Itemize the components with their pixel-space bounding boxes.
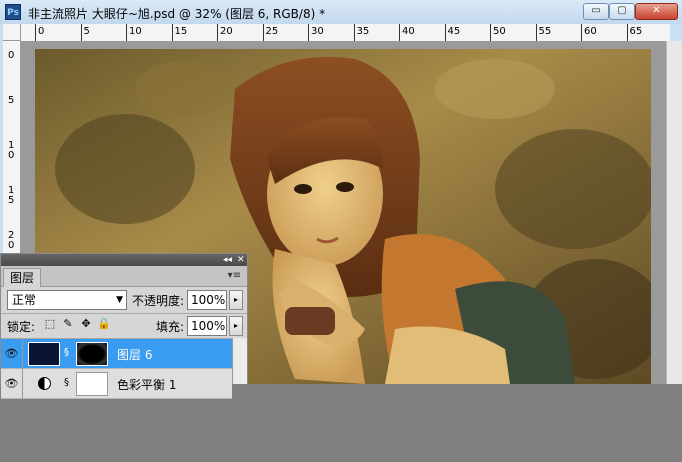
adjustment-layer-icon[interactable] — [38, 377, 51, 390]
eye-icon[interactable]: 👁 — [1, 369, 23, 399]
ruler-tick — [399, 24, 400, 41]
blend-mode-select[interactable]: 正常 ▼ — [7, 290, 127, 310]
layer-mask-thumbnail[interactable] — [76, 342, 108, 366]
eye-icon[interactable]: 👁 — [1, 339, 23, 369]
fill-input[interactable]: 100% — [187, 316, 227, 336]
horizontal-ruler[interactable]: 0 5 10 15 20 25 30 35 40 45 50 55 60 65 — [21, 24, 670, 42]
ruler-tick — [80, 24, 82, 41]
ruler-tick — [626, 24, 628, 41]
ruler-tick — [444, 24, 446, 41]
opacity-label: 不透明度: — [132, 294, 185, 308]
panel-header-bar[interactable]: ◂◂ ✕ — [1, 254, 247, 266]
ruler-tick — [353, 24, 355, 41]
restore-button[interactable]: ▢ — [609, 3, 635, 20]
divider — [1, 313, 247, 314]
layer-name[interactable]: 图层 6 — [117, 346, 152, 363]
ruler-tick — [581, 24, 582, 41]
layer-row-6[interactable]: 👁 § 图层 6 — [1, 339, 232, 369]
collapse-icon[interactable]: ◂◂ — [223, 254, 232, 266]
photoshop-app-icon: Ps — [5, 4, 21, 20]
ruler-label: 0 — [38, 26, 45, 37]
panel-tabs: 图层 ▾≡ — [1, 266, 247, 287]
close-button[interactable]: ✕ — [635, 3, 678, 20]
ruler-label: 65 — [629, 26, 643, 37]
ruler-label: 30 — [311, 26, 324, 37]
ruler-tick — [126, 24, 127, 41]
layer-row-color-balance[interactable]: 👁 § 色彩平衡 1 — [1, 369, 232, 399]
layer-thumbnail[interactable] — [28, 342, 60, 366]
ruler-label: 5 — [83, 26, 90, 37]
fill-label: 填充: — [156, 320, 185, 334]
panel-close-icon[interactable]: ✕ — [237, 254, 245, 266]
document-title: 非主流照片 大眼仔~旭.psd @ 32% (图层 6, RGB/8) * — [28, 7, 326, 21]
ruler-label: 5 — [8, 95, 15, 106]
ruler-label: 20 — [220, 26, 233, 37]
ruler-tick — [308, 24, 309, 41]
ruler-label: 15 — [8, 185, 15, 206]
lock-position-icon[interactable]: ✥ — [79, 317, 93, 331]
ruler-origin[interactable] — [3, 24, 21, 41]
opacity-input[interactable]: 100% — [187, 290, 227, 310]
ruler-tick — [262, 24, 264, 41]
ruler-label: 20 — [8, 230, 15, 251]
minimize-button[interactable]: ▭ — [583, 3, 609, 20]
link-icon[interactable]: § — [64, 377, 69, 388]
fill-slider-button[interactable]: ▸ — [229, 316, 243, 336]
ruler-label: 55 — [538, 26, 552, 37]
canvas-vertical-scrollbar[interactable] — [666, 41, 682, 384]
lock-all-icon[interactable]: 🔒 — [97, 317, 111, 331]
panel-menu-icon[interactable]: ▾≡ — [228, 270, 241, 281]
photoshop-document-window: Ps 非主流照片 大眼仔~旭.psd @ 32% (图层 6, RGB/8) *… — [0, 0, 682, 399]
layer-name[interactable]: 色彩平衡 1 — [117, 376, 176, 393]
blend-mode-value: 正常 — [12, 293, 37, 307]
layers-scrollbar[interactable] — [232, 338, 247, 384]
ruler-tick — [217, 24, 218, 41]
layers-panel: ◂◂ ✕ 图层 ▾≡ 正常 ▼ 不透明度: 100% ▸ 锁定: ⬚ ✎ ✥ 🔒… — [0, 253, 248, 399]
opacity-slider-button[interactable]: ▸ — [229, 290, 243, 310]
ruler-label: 35 — [356, 26, 370, 37]
lock-transparent-pixels-icon[interactable]: ⬚ — [43, 317, 57, 331]
ruler-tick — [171, 24, 173, 41]
ruler-label: 10 — [129, 26, 142, 37]
layer-mask-thumbnail[interactable] — [76, 372, 108, 396]
ruler-label: 25 — [265, 26, 279, 37]
ruler-label: 60 — [584, 26, 597, 37]
ruler-label: 10 — [8, 140, 15, 161]
title-bar[interactable]: Ps 非主流照片 大眼仔~旭.psd @ 32% (图层 6, RGB/8) *… — [0, 0, 682, 24]
ruler-tick — [35, 24, 36, 41]
ruler-label: 45 — [447, 26, 461, 37]
lock-image-pixels-icon[interactable]: ✎ — [61, 317, 75, 331]
tab-layers[interactable]: 图层 — [3, 268, 42, 287]
ruler-label: 15 — [174, 26, 188, 37]
ruler-label: 50 — [493, 26, 506, 37]
link-icon[interactable]: § — [64, 347, 69, 358]
ruler-label: 0 — [8, 50, 15, 61]
chevron-down-icon: ▼ — [116, 295, 123, 305]
lock-label: 锁定: — [7, 320, 36, 334]
ruler-label: 40 — [402, 26, 415, 37]
ruler-tick — [535, 24, 537, 41]
ruler-tick — [490, 24, 491, 41]
